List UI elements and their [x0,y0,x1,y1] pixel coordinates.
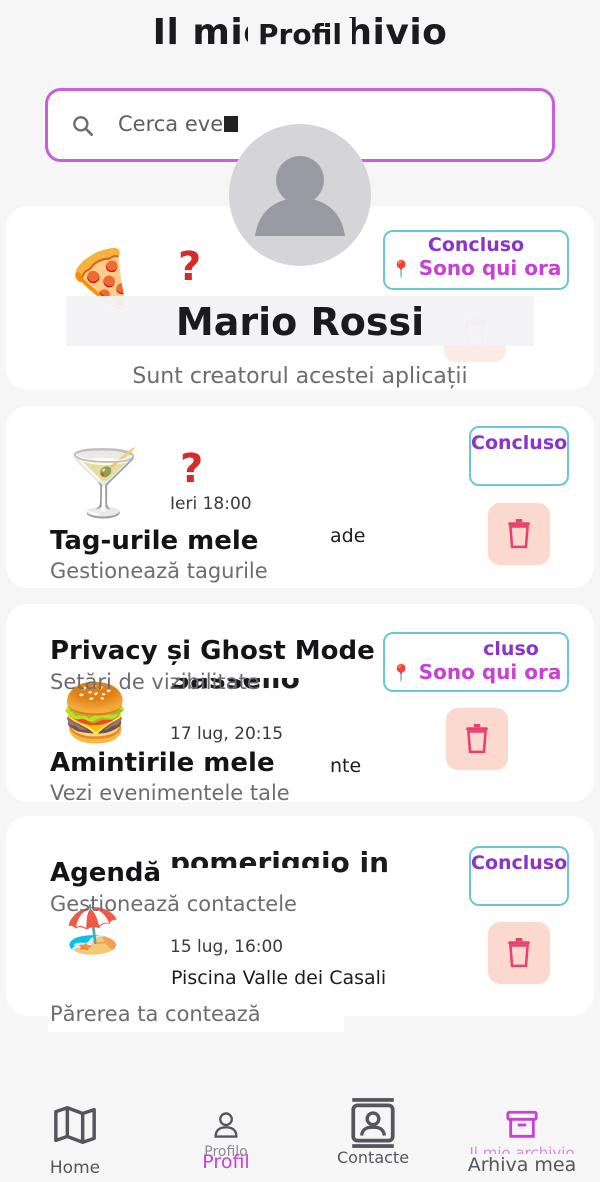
menu-item-tags[interactable]: Tag-urile mele [50,526,258,556]
nav-archive[interactable]: Il mio archivio Arhiva mea [456,1108,588,1176]
archive-icon [506,1110,538,1138]
menu-item-memories-subtitle: Vezi evenimentele tale [50,781,290,805]
cocktail-icon: 🍸 [64,447,144,521]
status-badge: Concluso 📍 Sono qui ora [383,230,569,290]
trash-icon [508,938,530,968]
menu-item-privacy[interactable]: Privacy și Ghost Mode [50,636,375,666]
contacts-icon [351,1098,395,1148]
event-date: Ieri 18:00 [170,494,252,514]
trash-icon [466,724,488,754]
search-icon [73,116,93,136]
delete-button[interactable] [488,503,550,565]
menu-item-privacy-subtitle: Setări de vizibilitate [50,670,260,694]
event-place: nte [330,755,362,777]
status-label: cluso [483,638,539,660]
burger-icon: 🍔 [60,681,130,746]
status-label: Concluso [471,432,568,454]
question-mark-icon: ? [180,446,204,492]
nav-archive-ghost-label: Il mio archivio [469,1144,575,1154]
avatar[interactable] [229,124,371,266]
menu-item-feedback[interactable]: Părerea ta contează [50,1002,261,1026]
delete-button[interactable] [446,708,508,770]
status-badge: Concluso [469,846,569,906]
status-label: Concluso [471,852,568,874]
bottom-navigation: Home Profilo Profil Contacte Il mio arch… [0,1088,600,1182]
nav-archive-label: Arhiva mea [467,1154,577,1176]
delete-button[interactable] [488,922,550,984]
nav-contacts[interactable]: Contacte [330,1096,416,1167]
nav-profile[interactable]: Profilo Profil [180,1110,272,1173]
person-icon [255,156,345,236]
text-cursor [224,116,239,132]
search-input-text: Cerca eve [118,112,239,136]
nav-home-label: Home [49,1158,101,1178]
event-date: 17 lug, 20:15 [170,724,284,744]
question-mark-icon: ? [178,244,202,290]
event-place: Piscina Valle dei Casali [171,967,387,989]
nav-contacts-label: Contacte [336,1148,410,1167]
event-place: ade [330,525,366,547]
profile-name: Mario Rossi [175,300,425,344]
status-here-now: 📍 Sono qui ora [390,256,562,280]
status-label: Concluso [427,234,525,256]
map-icon [54,1106,96,1144]
nav-home[interactable]: Home [40,1102,110,1178]
status-badge: cluso 📍 Sono qui ora [383,632,569,692]
nav-profile-label: Profil [202,1151,250,1173]
menu-item-tags-subtitle: Gestionează tagurile [50,559,268,583]
profile-bio: Sunt creatorul acestei aplicații [132,364,468,389]
event-date: 15 lug, 16:00 [170,937,284,957]
menu-item-memories[interactable]: Amintirile mele [50,748,275,778]
status-here-now: 📍 Sono qui ora [390,660,562,684]
person-icon [214,1112,238,1138]
profile-page-title: Profil [0,18,600,51]
menu-item-agenda-subtitle: Gestionează contactele [50,892,297,916]
status-badge: Concluso [469,426,569,486]
trash-icon [508,519,530,549]
menu-item-agenda[interactable]: Agendă [50,858,161,888]
